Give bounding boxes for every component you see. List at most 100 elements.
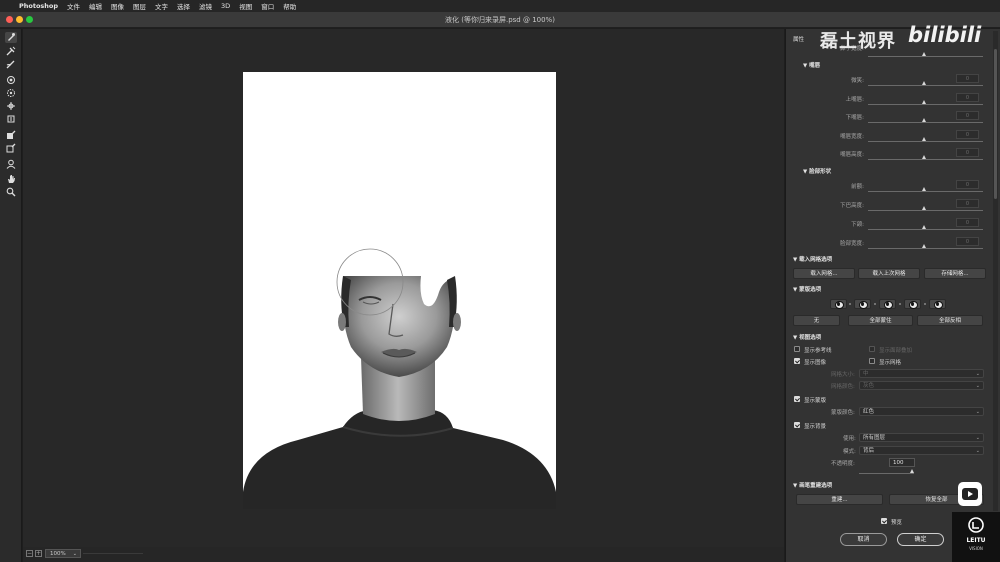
hand-tool-icon[interactable] — [5, 174, 17, 185]
separator-dot — [924, 303, 926, 305]
load-mesh-button[interactable]: 载入网格... — [793, 268, 855, 279]
load-mesh-section-header[interactable]: ▼ 载入网格选项 — [793, 255, 832, 263]
menu-type[interactable]: 文字 — [155, 1, 168, 11]
face-shape-slider-track[interactable] — [868, 191, 983, 192]
face-shape-section-header[interactable]: ▼ 脸部形状 — [803, 167, 831, 175]
bloat-tool-icon[interactable] — [5, 101, 17, 112]
show-mask-checkbox[interactable] — [794, 396, 800, 402]
mask-invert-icon[interactable] — [929, 299, 946, 309]
mouth-value-input[interactable]: 0 — [956, 129, 979, 139]
face-shape-header-label: 脸部形状 — [809, 169, 832, 175]
mouth-value-input[interactable]: 0 — [956, 111, 979, 120]
mouth-value-input[interactable]: 0 — [956, 92, 979, 102]
mask-color-label: 蒙版颜色: — [831, 410, 855, 416]
mouth-value-input[interactable]: 0 — [956, 74, 979, 83]
mask-none-button[interactable]: 无 — [793, 315, 840, 326]
menu-app[interactable]: Photoshop — [19, 2, 58, 10]
face-tool-icon[interactable] — [5, 159, 17, 170]
thaw-mask-tool-icon[interactable] — [5, 143, 17, 154]
show-image-checkbox[interactable] — [794, 358, 800, 364]
zoom-out-button[interactable]: − — [26, 550, 33, 557]
opacity-input[interactable]: 100 — [889, 458, 915, 467]
face-shape-slider-thumb[interactable] — [922, 206, 926, 210]
freeze-mask-tool-icon[interactable] — [5, 130, 17, 141]
forward-warp-tool-icon[interactable] — [5, 32, 17, 43]
face-shape-slider-track[interactable] — [868, 229, 983, 230]
face-shape-slider-track[interactable] — [868, 210, 983, 211]
mouth-slider-track[interactable] — [868, 122, 983, 123]
mask-add-icon[interactable] — [854, 299, 871, 309]
mask-color-select[interactable]: 红色 ⌄ — [859, 407, 984, 416]
mask-options-section-header[interactable]: ▼ 蒙版选项 — [793, 285, 821, 293]
show-mesh-label: 显示网格 — [879, 360, 902, 366]
panel-tab-properties[interactable]: 属性 — [793, 35, 804, 43]
zoom-select[interactable]: 100% ⌄ — [45, 549, 81, 558]
face-shape-slider-thumb[interactable] — [922, 244, 926, 248]
menu-edit[interactable]: 编辑 — [89, 1, 102, 11]
cancel-button[interactable]: 取消 — [840, 533, 887, 546]
face-shape-value-input[interactable]: 0 — [956, 180, 979, 189]
menu-select[interactable]: 选择 — [177, 1, 190, 11]
ok-button[interactable]: 确定 — [897, 533, 944, 546]
menu-3d[interactable]: 3D — [221, 2, 230, 10]
twirl-tool-icon[interactable] — [5, 75, 17, 86]
preview-checkbox[interactable] — [881, 518, 887, 524]
zoom-tool-icon[interactable] — [5, 187, 17, 198]
face-shape-value-input[interactable]: 0 — [956, 199, 979, 208]
mask-all-button[interactable]: 全部蒙住 — [848, 315, 913, 326]
invert-all-button[interactable]: 全部反相 — [917, 315, 983, 326]
mouth-slider-thumb[interactable] — [922, 136, 926, 141]
panel-scrollbar-thumb[interactable] — [994, 49, 997, 199]
face-shape-value-input[interactable]: 0 — [956, 237, 979, 246]
face-shape-slider-thumb[interactable] — [922, 225, 926, 229]
mouth-slider-thumb[interactable] — [922, 155, 926, 159]
rebuild-button[interactable]: 重建... — [796, 494, 883, 505]
pucker-tool-icon[interactable] — [5, 88, 17, 99]
face-shape-value-input[interactable]: 0 — [956, 218, 979, 227]
reconstruct-tool-icon[interactable] — [5, 46, 17, 57]
mode-select[interactable]: 背后 ⌄ — [859, 446, 984, 455]
mouth-slider-thumb[interactable] — [922, 118, 926, 122]
mask-replace-icon[interactable] — [830, 299, 847, 309]
nose-width-thumb[interactable] — [922, 52, 926, 56]
show-mesh-checkbox[interactable] — [869, 358, 875, 364]
smooth-tool-icon[interactable] — [5, 59, 17, 70]
mouth-slider-thumb[interactable] — [922, 99, 926, 104]
mouth-slider-track[interactable] — [868, 85, 983, 86]
opacity-slider[interactable] — [859, 473, 914, 474]
mouth-section-header[interactable]: ▼ 嘴唇 — [803, 61, 820, 69]
mouth-slider-track[interactable] — [868, 103, 983, 105]
menu-window[interactable]: 窗口 — [261, 1, 274, 11]
menu-help[interactable]: 帮助 — [283, 1, 296, 11]
leitu-mark-icon — [968, 517, 984, 533]
load-last-mesh-button[interactable]: 载入上次网格 — [858, 268, 920, 279]
menu-view[interactable]: 视图 — [239, 1, 252, 11]
vision-text: VISION — [969, 546, 983, 551]
push-left-tool-icon[interactable] — [5, 114, 17, 125]
menu-image[interactable]: 图像 — [111, 1, 124, 11]
image-canvas[interactable] — [243, 72, 556, 509]
view-options-section-header[interactable]: ▼ 视图选项 — [793, 333, 821, 341]
mouth-slider-track[interactable] — [868, 140, 983, 142]
mouth-slider-thumb[interactable] — [922, 81, 926, 85]
nose-width-slider[interactable] — [868, 56, 983, 57]
opacity-thumb[interactable] — [910, 469, 914, 473]
face-shape-slider-thumb[interactable] — [922, 187, 926, 191]
show-guides-checkbox[interactable] — [794, 346, 800, 352]
preview-workspace[interactable] — [23, 29, 784, 547]
brush-rebuild-section-header[interactable]: ▼ 画笔重建选项 — [793, 481, 832, 489]
show-background-checkbox[interactable] — [794, 422, 800, 428]
chevron-down-icon: ⌄ — [975, 371, 980, 377]
liquify-toolbar — [0, 29, 22, 562]
face-shape-slider-track[interactable] — [868, 248, 983, 249]
mouth-value-input[interactable]: 0 — [956, 148, 979, 157]
mask-subtract-icon[interactable] — [879, 299, 896, 309]
use-layers-select[interactable]: 所有图层 ⌄ — [859, 433, 984, 442]
menu-filter[interactable]: 滤镜 — [199, 1, 212, 11]
mouth-slider-track[interactable] — [868, 159, 983, 160]
save-mesh-button[interactable]: 存储网格... — [924, 268, 986, 279]
zoom-in-button[interactable]: + — [35, 550, 42, 557]
menu-layer[interactable]: 图层 — [133, 1, 146, 11]
mask-intersect-icon[interactable] — [904, 299, 921, 309]
menu-file[interactable]: 文件 — [67, 1, 80, 11]
